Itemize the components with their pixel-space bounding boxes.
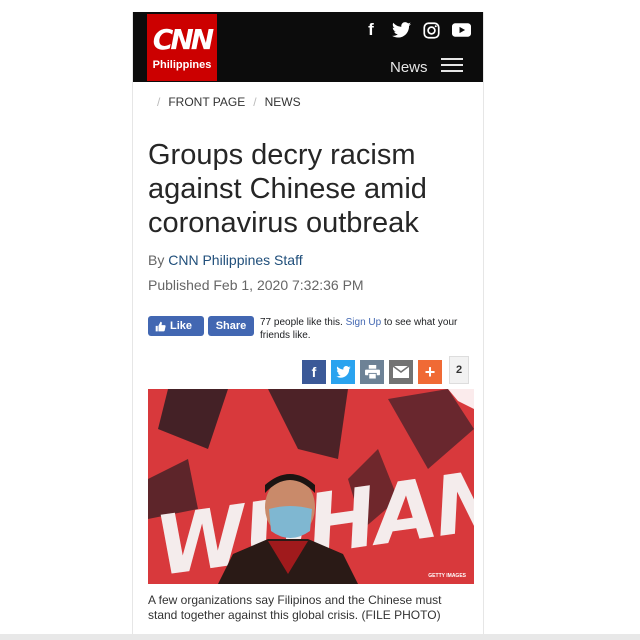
fb-share-button[interactable]: Share <box>208 316 254 336</box>
facebook-share-icon[interactable]: f <box>302 360 326 384</box>
breadcrumb-separator: / <box>157 95 161 109</box>
photo-credit: GETTY IMAGES <box>428 573 466 579</box>
article-title: Groups decry racism against Chinese amid… <box>148 139 427 239</box>
fb-social-text: 77 people like this. Sign Up to see what… <box>260 316 480 342</box>
email-icon[interactable] <box>389 360 413 384</box>
byline: By CNN Philippines Staff <box>148 252 303 268</box>
breadcrumb: / FRONT PAGE / NEWS <box>157 95 301 109</box>
breadcrumb-separator: / <box>253 95 257 109</box>
author-link[interactable]: CNN Philippines Staff <box>168 252 302 268</box>
article-photo: WUHAN GETTY IMAGES <box>148 389 474 584</box>
facebook-icon[interactable]: f <box>361 20 381 40</box>
share-bar: f + 2 <box>302 356 469 384</box>
breadcrumb-front-page[interactable]: FRONT PAGE <box>168 95 245 109</box>
fb-signup-link[interactable]: Sign Up <box>346 317 382 328</box>
byline-prefix: By <box>148 252 165 268</box>
site-header: CNN Philippines f News <box>133 12 483 82</box>
fb-share-label: Share <box>215 320 247 332</box>
cnn-logo[interactable]: CNN Philippines <box>147 14 217 81</box>
share-count: 2 <box>449 356 469 384</box>
fb-like-label: Like <box>170 320 193 332</box>
fb-like-count: 77 people like this. <box>260 317 343 328</box>
instagram-icon[interactable] <box>421 20 441 40</box>
breadcrumb-news[interactable]: NEWS <box>265 95 301 109</box>
fb-like-button[interactable]: Like <box>148 316 204 336</box>
facebook-widget: Like Share 77 people like this. Sign Up … <box>148 316 480 342</box>
plus-icon[interactable]: + <box>418 360 442 384</box>
logo-subtitle: Philippines <box>152 58 212 71</box>
twitter-icon[interactable] <box>391 20 411 40</box>
print-icon[interactable] <box>360 360 384 384</box>
thumbs-up-icon <box>155 321 166 331</box>
bottom-divider <box>0 634 640 640</box>
page-frame: CNN Philippines f News / FRONT PAGE / NE… <box>132 12 484 640</box>
menu-icon[interactable] <box>441 58 463 74</box>
publish-date: Published Feb 1, 2020 7:32:36 PM <box>148 277 364 293</box>
photo-caption: A few organizations say Filipinos and th… <box>148 593 442 622</box>
social-links: f <box>361 20 471 40</box>
youtube-icon[interactable] <box>451 20 471 40</box>
twitter-share-icon[interactable] <box>331 360 355 384</box>
nav-news-link[interactable]: News <box>390 59 428 76</box>
logo-text: CNN <box>152 22 214 56</box>
